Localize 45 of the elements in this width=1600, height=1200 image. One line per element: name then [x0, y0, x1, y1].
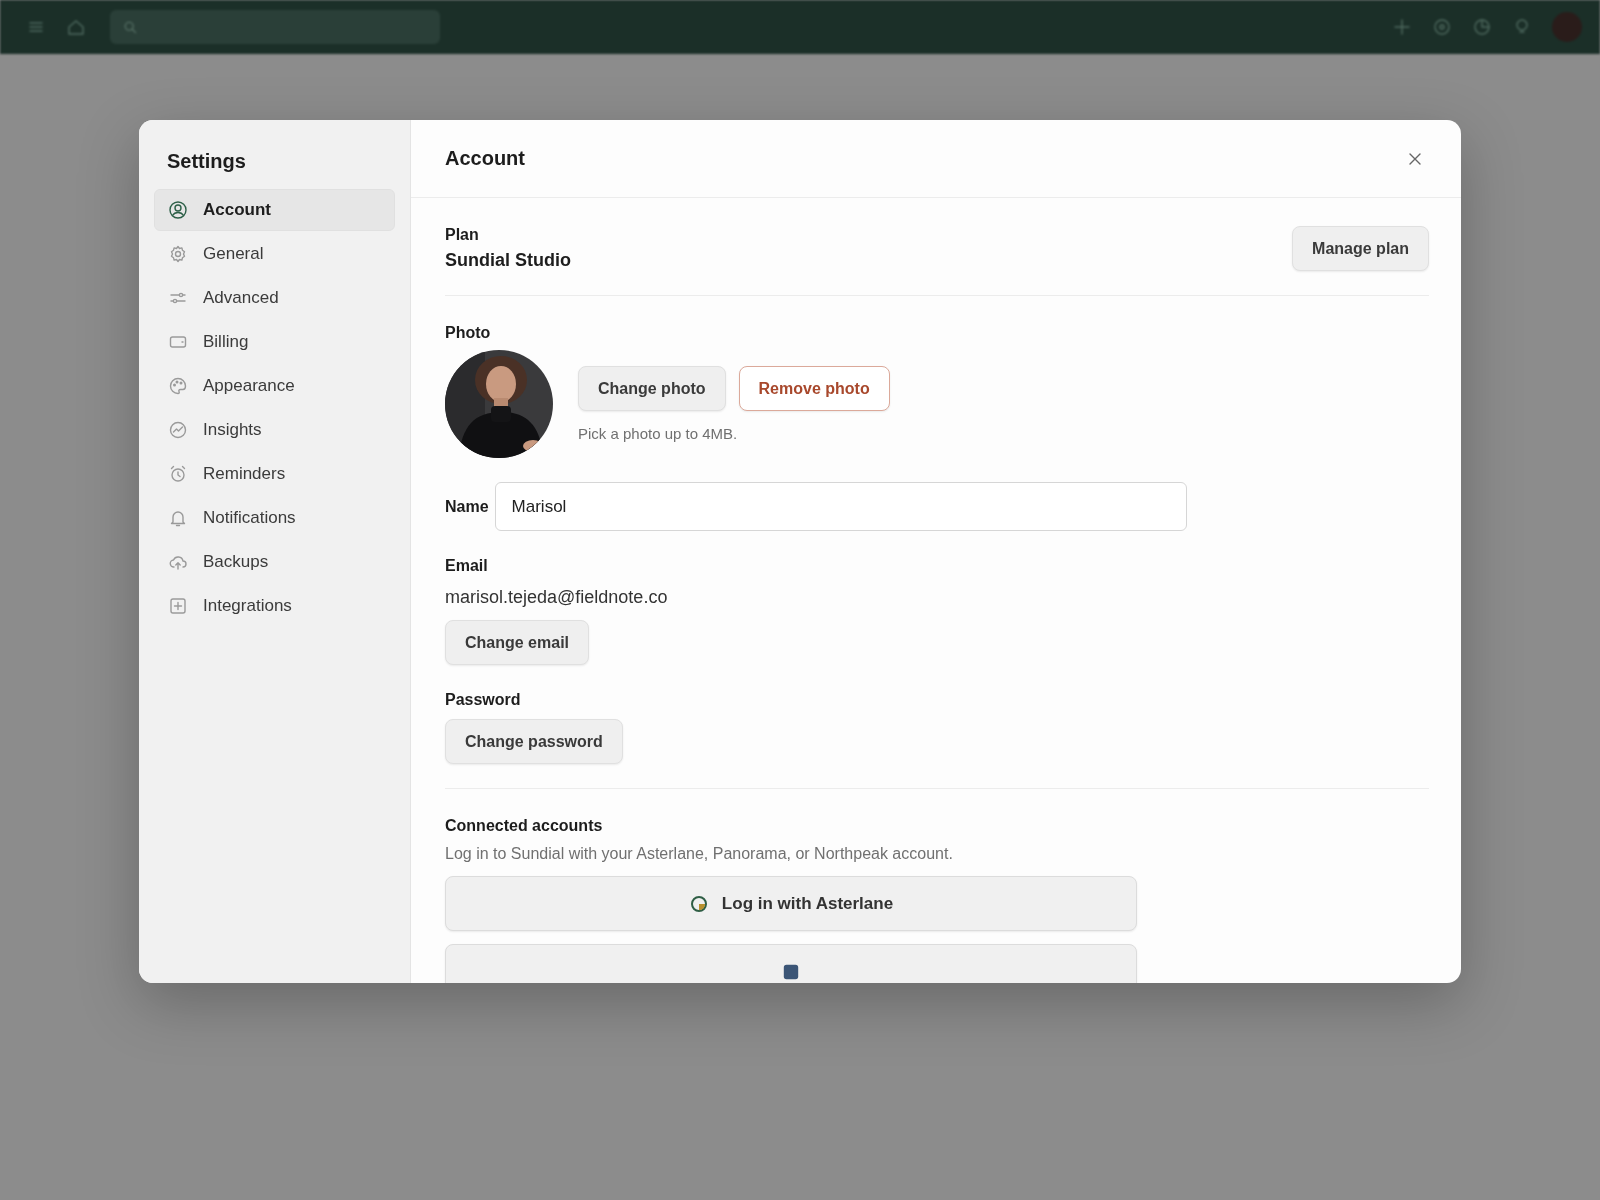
field-label: Password	[445, 691, 521, 709]
hint-text: Pick a photo up to 4MB.	[578, 425, 739, 442]
gear-icon	[168, 244, 188, 264]
search-icon	[122, 19, 138, 35]
dialog-title: Account	[445, 147, 525, 170]
square-logo-icon	[782, 962, 800, 981]
home-icon[interactable]	[66, 17, 86, 37]
sidebar-item[interactable]: Account	[154, 189, 395, 231]
remove-photo-button[interactable]: Remove photo	[738, 366, 890, 411]
sparkle-icon[interactable]	[1392, 17, 1412, 37]
sidebar-item[interactable]: General	[154, 233, 395, 275]
login-button[interactable]	[445, 944, 1137, 983]
sidebar-item[interactable]: Advanced	[154, 277, 395, 319]
field-label: Name	[445, 497, 489, 516]
search-field[interactable]	[110, 10, 440, 44]
field-label: Email	[445, 557, 488, 575]
pie-icon[interactable]	[1472, 17, 1492, 37]
alarm-icon	[168, 464, 188, 484]
target-icon[interactable]	[1432, 17, 1452, 37]
manage-plan-button[interactable]: Manage plan	[1292, 226, 1429, 271]
email-address: marisol.tejeda@fieldnote.co	[445, 587, 668, 608]
bell-icon	[168, 508, 188, 528]
field-label: Connected accounts	[445, 817, 604, 835]
field-label: Plan	[445, 226, 480, 244]
sidebar-item[interactable]: Appearance	[154, 365, 395, 407]
ring-logo-icon	[688, 893, 709, 914]
sidebar-item[interactable]: Insights	[154, 409, 395, 451]
sidebar-title: Settings	[167, 150, 247, 173]
change-email-button[interactable]: Change email	[445, 620, 590, 665]
palette-icon	[168, 376, 188, 396]
sidebar-item[interactable]: Reminders	[154, 453, 395, 495]
sidebar-item[interactable]: Billing	[154, 321, 395, 363]
change-password-button[interactable]: Change password	[445, 719, 623, 764]
plus-square-icon	[168, 596, 188, 616]
login-button[interactable]: Log in with Asterlane	[445, 876, 1137, 931]
chart-icon	[168, 420, 188, 440]
description-text: Log in to Sundial with your Asterlane, Panorama, or Northpeak account.	[445, 845, 954, 863]
plan-name: Sundial Studio	[445, 250, 571, 271]
sidebar-item[interactable]: Notifications	[154, 497, 395, 539]
sidebar-item[interactable]: Integrations	[154, 585, 395, 627]
user-icon	[168, 200, 188, 220]
sidebar-item[interactable]: Backups	[154, 541, 395, 583]
change-photo-button[interactable]: Change photo	[578, 366, 726, 411]
name-field[interactable]: Marisol	[494, 482, 1187, 531]
field-label: Photo	[445, 324, 492, 342]
